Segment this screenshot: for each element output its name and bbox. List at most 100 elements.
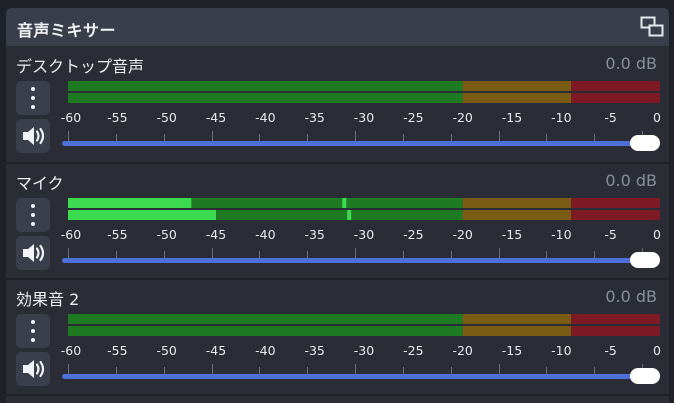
meter-yellow-zone <box>462 210 572 220</box>
scale-tick-label: -35 <box>304 343 325 358</box>
scale-tick-label: -50 <box>156 343 177 358</box>
mute-button[interactable] <box>16 236 50 270</box>
slider-track <box>62 374 636 379</box>
slider-tick <box>402 251 404 258</box>
scale-tick-label: -45 <box>205 227 227 242</box>
meter-green-zone <box>68 314 463 324</box>
volume-slider[interactable] <box>62 364 660 388</box>
scale-tick-label: -60 <box>60 110 82 125</box>
mixer-channel-mic: マイク 0.0 dB -60 -55 -50 -45 -40 -35 -30 -25 -20 -1… <box>6 164 669 279</box>
meter-scale: -60 -55 -50 -45 -40 -35 -30 -25 -20 -15 -10 -5 0 <box>61 106 661 126</box>
slider-tick <box>115 367 117 374</box>
audio-mixer-panel: 音声ミキサー デスクトップ音声 0.0 dB -60 -55 -50 -45 -40 -3… <box>6 8 669 403</box>
slider-track <box>62 258 636 263</box>
meter-red-zone <box>571 314 660 324</box>
scale-tick-label: -15 <box>501 343 523 358</box>
scale-tick-label: -55 <box>107 227 128 242</box>
mixer-channel-sfx: 効果音 2 0.0 dB -60 -55 -50 -45 -40 -35 -30 -25 -20… <box>6 280 669 395</box>
channel-db-value: 0.0 dB <box>605 171 657 190</box>
meter-red-zone <box>571 198 660 208</box>
slider-tick <box>546 251 548 258</box>
slider-tick <box>307 367 309 374</box>
mixer-channel-desktop: デスクトップ音声 0.0 dB -60 -55 -50 -45 -40 -35 -30 -25… <box>6 47 669 162</box>
meter-yellow-zone <box>462 198 572 208</box>
slider-tick <box>594 134 596 141</box>
scale-tick-label: -20 <box>452 110 473 125</box>
slider-tick <box>115 134 117 141</box>
slider-tick <box>259 251 261 258</box>
channel-menu-button[interactable] <box>16 198 50 232</box>
scale-tick-label: -10 <box>551 227 572 242</box>
slider-tick <box>115 251 117 258</box>
scale-tick-label: -55 <box>107 343 128 358</box>
channel-name: デスクトップ音声 <box>16 57 145 76</box>
slider-tick <box>259 367 261 374</box>
scale-tick-label: -25 <box>403 343 424 358</box>
slider-tick <box>402 367 404 374</box>
mute-button[interactable] <box>16 119 50 153</box>
undock-icon[interactable] <box>640 16 664 38</box>
slider-tick <box>594 367 596 374</box>
kebab-menu-icon <box>31 320 35 342</box>
slider-handle[interactable] <box>630 368 660 384</box>
channel-menu-button[interactable] <box>16 81 50 115</box>
slider-tick <box>402 134 404 141</box>
meter-level-bar <box>68 210 216 220</box>
scale-tick-label: -25 <box>403 227 424 242</box>
scale-tick-label: -5 <box>604 227 617 242</box>
scale-tick-label: -40 <box>255 110 276 125</box>
kebab-menu-icon <box>31 204 35 226</box>
kebab-menu-icon <box>31 87 35 109</box>
slider-tick <box>594 251 596 258</box>
mute-button[interactable] <box>16 352 50 386</box>
volume-slider[interactable] <box>62 248 660 272</box>
scale-tick-label: -60 <box>60 227 82 242</box>
slider-handle[interactable] <box>630 135 660 151</box>
meter-yellow-zone <box>462 93 572 103</box>
scale-tick-label: -35 <box>304 227 325 242</box>
slider-tick <box>163 367 165 374</box>
meter-peak-marker <box>347 210 352 220</box>
slider-tick <box>163 134 165 141</box>
scale-tick-label: -20 <box>452 227 473 242</box>
slider-handle[interactable] <box>630 252 660 268</box>
channel-name: 効果音 2 <box>16 290 80 309</box>
meter-red-zone <box>571 326 660 336</box>
slider-tick <box>546 134 548 141</box>
slider-tick <box>450 134 452 141</box>
slider-tick <box>163 251 165 258</box>
panel-title: 音声ミキサー <box>17 21 117 40</box>
slider-track <box>62 141 636 146</box>
meter-yellow-zone <box>462 326 572 336</box>
slider-tick <box>307 134 309 141</box>
meter-scale: -60 -55 -50 -45 -40 -35 -30 -25 -20 -15 -10 -5 0 <box>61 223 661 243</box>
meter-peak-marker <box>342 198 347 208</box>
channel-db-value: 0.0 dB <box>605 54 657 73</box>
scale-tick-label: -40 <box>255 227 276 242</box>
channel-menu-button[interactable] <box>16 314 50 348</box>
meter-green-zone <box>68 326 463 336</box>
meter-scale: -60 -55 -50 -45 -40 -35 -30 -25 -20 -15 -10 -5 0 <box>61 339 661 359</box>
scale-tick-label: -15 <box>501 227 523 242</box>
slider-tick <box>450 367 452 374</box>
meter-green-zone <box>68 93 463 103</box>
meter-red-zone <box>571 93 660 103</box>
scale-tick-label: -40 <box>255 343 276 358</box>
panel-header: 音声ミキサー <box>6 8 669 46</box>
slider-tick <box>259 134 261 141</box>
speaker-icon <box>23 244 45 262</box>
scale-tick-label: -5 <box>604 110 617 125</box>
meter-red-zone <box>571 210 660 220</box>
volume-meter <box>68 81 660 105</box>
volume-slider[interactable] <box>62 131 660 155</box>
scale-tick-label: 0 <box>653 227 661 242</box>
volume-meter <box>68 198 660 222</box>
scale-tick-label: -30 <box>353 110 375 125</box>
scale-tick-label: 0 <box>653 110 661 125</box>
slider-tick <box>307 251 309 258</box>
scale-tick-label: -10 <box>551 110 572 125</box>
scale-tick-label: -25 <box>403 110 424 125</box>
meter-yellow-zone <box>462 314 572 324</box>
scale-tick-label: -45 <box>205 343 227 358</box>
scale-tick-label: -30 <box>353 227 375 242</box>
